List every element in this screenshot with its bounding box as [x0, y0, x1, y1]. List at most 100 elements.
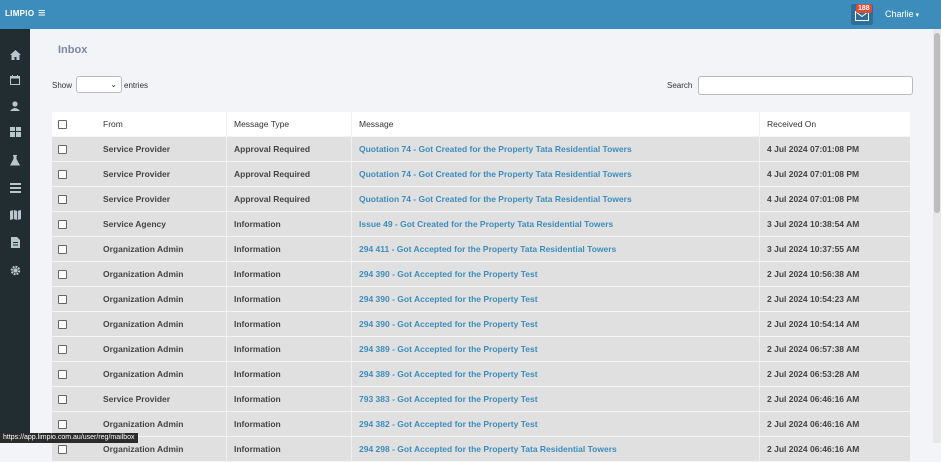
scrollbar-thumb[interactable]	[934, 33, 940, 213]
row-checkbox[interactable]	[58, 270, 67, 279]
row-message-link[interactable]: Issue 49 - Got Created for the Property …	[352, 212, 760, 236]
row-received-on: 2 Jul 2024 10:54:23 AM	[767, 294, 860, 304]
table-row[interactable]: Organization Admin Information 294 389 - G…	[52, 337, 910, 362]
table-row[interactable]: Organization Admin Information 294 389 - G…	[52, 362, 910, 387]
row-checkbox[interactable]	[58, 395, 67, 404]
row-received-on: 2 Jul 2024 06:53:28 AM	[767, 369, 860, 379]
gear-icon[interactable]	[9, 264, 21, 276]
top-navbar: LIMPIO ≡ 188 Charlie ▾	[0, 0, 941, 29]
header-message-type[interactable]: Message Type	[227, 112, 352, 136]
row-message-type: Information	[227, 387, 352, 411]
row-message-type: Information	[227, 262, 352, 286]
main-content: Inbox Show ⌄ entries Search From Message…	[30, 29, 933, 462]
row-received-on: 2 Jul 2024 10:54:14 AM	[767, 319, 860, 329]
table-row[interactable]: Organization Admin Information 294 382 - G…	[52, 412, 910, 437]
inbox-table: From Message Type Message Received On Se…	[52, 112, 910, 462]
row-checkbox[interactable]	[58, 320, 67, 329]
row-checkbox[interactable]	[58, 145, 67, 154]
list-icon[interactable]	[9, 182, 21, 194]
row-message-link[interactable]: 294 382 - Got Accepted for the Property …	[352, 412, 760, 436]
row-from: Organization Admin	[96, 312, 227, 336]
table-row[interactable]: Service Provider Approval Required Quotati…	[52, 137, 910, 162]
table-row[interactable]: Organization Admin Information 294 411 - G…	[52, 237, 910, 262]
row-message-type: Information	[227, 312, 352, 336]
caret-down-icon: ▾	[915, 12, 920, 19]
row-message-link[interactable]: 294 298 - Got Accepted for the Property …	[352, 437, 760, 461]
user-menu[interactable]: Charlie ▾	[885, 9, 919, 19]
status-bar-url: https://app.limpio.com.au/user/reg/mailb…	[0, 433, 138, 443]
mail-count-badge: 188	[856, 4, 872, 13]
row-received-on: 2 Jul 2024 06:46:16 AM	[767, 444, 860, 454]
chevron-down-icon: ⌄	[110, 80, 117, 89]
row-message-link[interactable]: Quotation 74 - Got Created for the Prope…	[352, 162, 760, 186]
row-received-on: 3 Jul 2024 10:38:54 AM	[767, 219, 860, 229]
row-message-type: Information	[227, 337, 352, 361]
hamburger-icon[interactable]: ≡	[38, 6, 46, 19]
row-message-link[interactable]: 294 390 - Got Accepted for the Property …	[352, 287, 760, 311]
row-checkbox[interactable]	[58, 245, 67, 254]
map-icon[interactable]	[9, 209, 21, 221]
dashboard-icon[interactable]	[9, 126, 21, 138]
row-received-on: 3 Jul 2024 10:37:55 AM	[767, 244, 860, 254]
brand-logo[interactable]: LIMPIO	[5, 9, 34, 18]
table-row[interactable]: Service Agency Information Issue 49 - Got …	[52, 212, 910, 237]
row-from: Organization Admin	[96, 287, 227, 311]
document-icon[interactable]	[9, 236, 21, 248]
page-title: Inbox	[58, 44, 88, 56]
entries-select[interactable]: ⌄	[76, 76, 122, 93]
row-message-type: Approval Required	[227, 137, 352, 161]
row-message-link[interactable]: 294 390 - Got Accepted for the Property …	[352, 262, 760, 286]
user-icon[interactable]	[9, 100, 21, 112]
row-checkbox[interactable]	[58, 445, 67, 454]
table-row[interactable]: Service Provider Approval Required Quotati…	[52, 187, 910, 212]
search-input[interactable]	[698, 76, 913, 95]
header-from[interactable]: From	[96, 112, 227, 136]
row-checkbox[interactable]	[58, 220, 67, 229]
search-label: Search	[667, 81, 693, 90]
row-message-link[interactable]: 294 390 - Got Accepted for the Property …	[352, 312, 760, 336]
page-scrollbar[interactable]	[933, 29, 941, 443]
home-icon[interactable]	[9, 49, 21, 61]
row-message-type: Information	[227, 412, 352, 436]
row-message-link[interactable]: Quotation 74 - Got Created for the Prope…	[352, 137, 760, 161]
row-message-link[interactable]: 294 389 - Got Accepted for the Property …	[352, 362, 760, 386]
row-checkbox[interactable]	[58, 420, 67, 429]
row-received-on: 2 Jul 2024 06:57:38 AM	[767, 344, 860, 354]
row-message-type: Information	[227, 362, 352, 386]
calendar-icon[interactable]	[9, 74, 21, 86]
sidebar	[0, 29, 30, 443]
row-message-link[interactable]: 294 389 - Got Accepted for the Property …	[352, 337, 760, 361]
row-checkbox[interactable]	[58, 295, 67, 304]
header-message[interactable]: Message	[352, 112, 760, 136]
row-message-link[interactable]: 294 411 - Got Accepted for the Property …	[352, 237, 760, 261]
row-checkbox[interactable]	[58, 345, 67, 354]
row-message-type: Approval Required	[227, 162, 352, 186]
row-from: Service Provider	[96, 387, 227, 411]
table-row[interactable]: Organization Admin Information 294 390 - G…	[52, 312, 910, 337]
table-row[interactable]: Organization Admin Information 294 390 - G…	[52, 262, 910, 287]
entries-label: entries	[124, 81, 149, 90]
row-message-type: Approval Required	[227, 187, 352, 211]
table-row[interactable]: Organization Admin Information 294 390 - G…	[52, 287, 910, 312]
mailbox-button[interactable]: 188	[851, 4, 873, 25]
row-received-on: 2 Jul 2024 10:56:38 AM	[767, 269, 860, 279]
row-from: Organization Admin	[96, 362, 227, 386]
row-message-link[interactable]: 793 383 - Got Accepted for the Property …	[352, 387, 760, 411]
row-received-on: 4 Jul 2024 07:01:08 PM	[767, 144, 860, 154]
flask-icon[interactable]	[9, 154, 21, 166]
row-from: Service Provider	[96, 187, 227, 211]
row-from: Organization Admin	[96, 337, 227, 361]
row-message-type: Information	[227, 287, 352, 311]
header-received-on[interactable]: Received On	[760, 112, 910, 136]
table-header: From Message Type Message Received On	[52, 112, 910, 137]
row-from: Service Provider	[96, 162, 227, 186]
table-row[interactable]: Organization Admin Information 294 298 - G…	[52, 437, 910, 462]
row-message-link[interactable]: Quotation 74 - Got Created for the Prope…	[352, 187, 760, 211]
row-checkbox[interactable]	[58, 195, 67, 204]
table-row[interactable]: Service Provider Information 793 383 - Got…	[52, 387, 910, 412]
select-all-checkbox[interactable]	[58, 120, 67, 129]
table-row[interactable]: Service Provider Approval Required Quotati…	[52, 162, 910, 187]
row-received-on: 2 Jul 2024 06:46:16 AM	[767, 419, 860, 429]
row-checkbox[interactable]	[58, 170, 67, 179]
row-checkbox[interactable]	[58, 370, 67, 379]
